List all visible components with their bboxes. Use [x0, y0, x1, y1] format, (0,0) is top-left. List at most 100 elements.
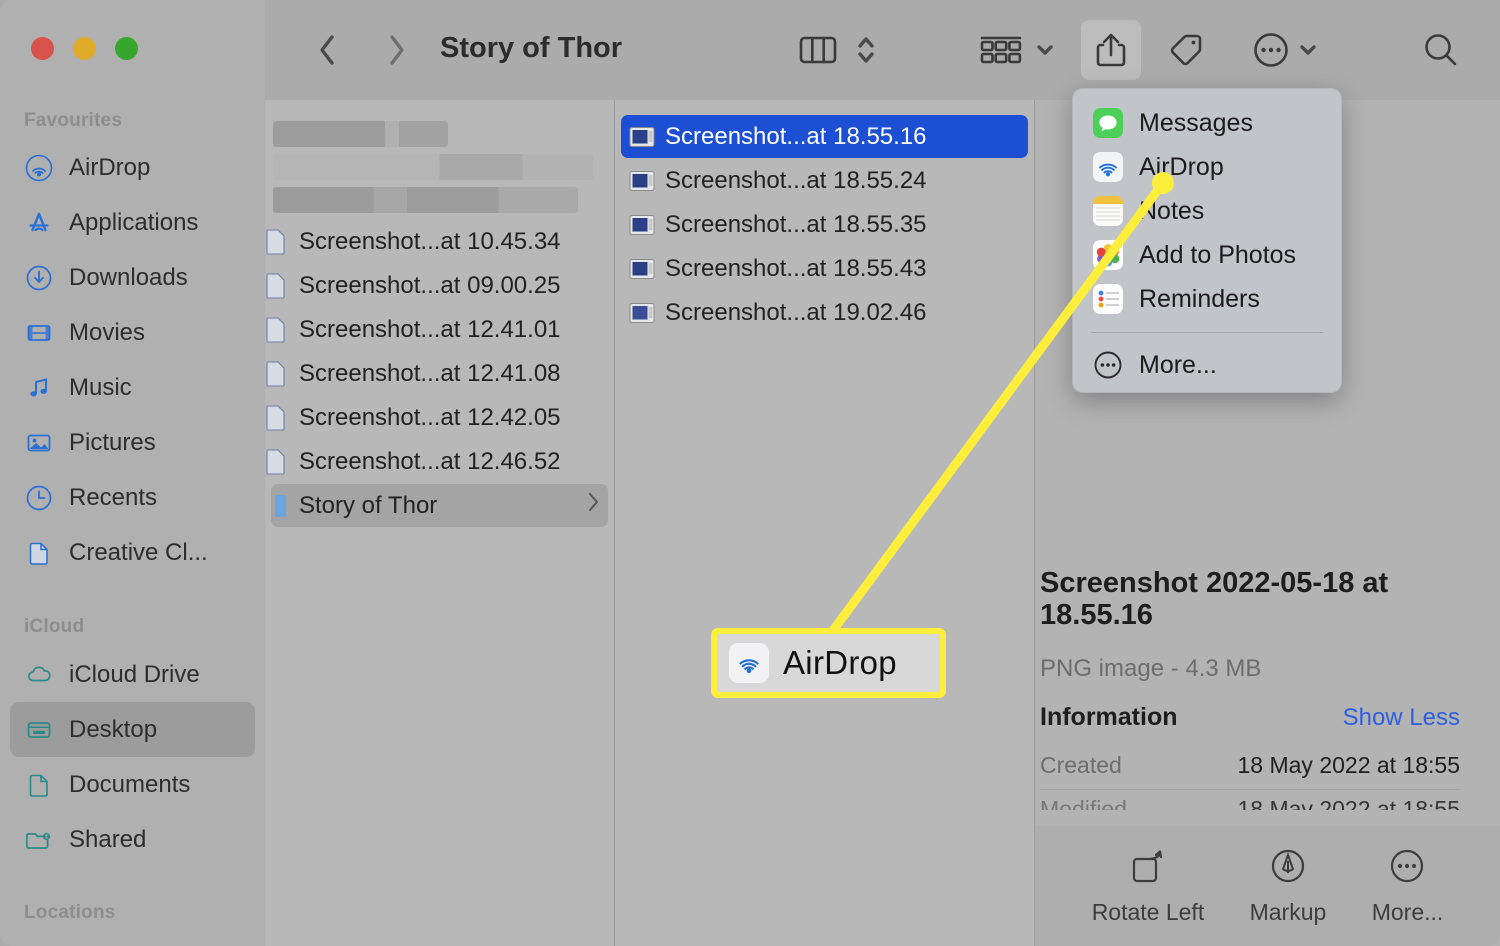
- list-item-label: Screenshot...at 18.55.35: [665, 210, 927, 238]
- sidebar-section-favourites: Favourites: [24, 110, 123, 131]
- sidebar-item-creative-cloud[interactable]: Creative Cl...: [10, 525, 255, 580]
- rotate-left-button[interactable]: Rotate Left: [1092, 847, 1204, 926]
- group-items-button[interactable]: [975, 26, 1027, 74]
- more-options-button[interactable]: [1245, 24, 1297, 76]
- info-field-modified: Modified 18 May 2022 at 18:55: [1040, 796, 1460, 810]
- forward-button[interactable]: [375, 28, 419, 72]
- column-one[interactable]: Screenshot...at 10.45.34 Screenshot...at…: [265, 100, 615, 946]
- airdrop-icon: [1093, 152, 1123, 182]
- recents-clock-icon: [24, 483, 54, 513]
- show-less-button[interactable]: Show Less: [1343, 704, 1460, 732]
- markup-pen-icon: [1269, 847, 1307, 890]
- screenshot-file-icon: [629, 170, 655, 192]
- markup-button[interactable]: Markup: [1249, 847, 1327, 926]
- share-menu-item-reminders[interactable]: Reminders: [1073, 277, 1341, 321]
- action-label: Markup: [1249, 898, 1327, 925]
- share-menu-item-notes[interactable]: Notes: [1073, 189, 1341, 233]
- shared-folder-icon: [24, 825, 54, 855]
- folder-icon: [263, 493, 289, 519]
- back-button[interactable]: [305, 28, 349, 72]
- ellipsis-circle-icon: [1093, 350, 1123, 380]
- movies-icon: [24, 318, 54, 348]
- information-header-row: Information Show Less: [1040, 703, 1460, 732]
- sidebar-item-recents[interactable]: Recents: [10, 470, 255, 525]
- finder-window: Favourites AirDrop Applications Download…: [0, 0, 1500, 946]
- music-icon: [24, 373, 54, 403]
- share-button[interactable]: [1081, 20, 1141, 80]
- column-view-button[interactable]: [793, 26, 843, 74]
- sidebar-item-label: Movies: [69, 318, 146, 346]
- list-item-label: Screenshot...at 18.55.24: [665, 166, 927, 194]
- list-item[interactable]: Screenshot...at 18.55.43: [621, 247, 1028, 290]
- share-menu-item-label: Messages: [1139, 108, 1253, 137]
- info-field-value: 18 May 2022 at 18:55: [1237, 796, 1461, 810]
- airdrop-callout: AirDrop: [711, 628, 946, 698]
- list-item[interactable]: Screenshot...at 09.00.25: [266, 264, 608, 307]
- close-button[interactable]: [31, 37, 54, 60]
- maximize-button[interactable]: [115, 37, 138, 60]
- sidebar-item-icloud-drive[interactable]: iCloud Drive: [10, 647, 255, 702]
- page-title: Story of Thor: [440, 32, 623, 64]
- preview-file-kind-size: PNG image - 4.3 MB: [1040, 655, 1262, 682]
- sidebar-item-downloads[interactable]: Downloads: [10, 250, 255, 305]
- sidebar-item-airdrop[interactable]: AirDrop: [10, 140, 255, 195]
- list-item-story-of-thor[interactable]: Story of Thor: [271, 484, 608, 527]
- sidebar-item-label: Creative Cl...: [69, 538, 208, 566]
- share-menu-divider: [1091, 332, 1323, 333]
- file-icon: [263, 448, 289, 475]
- sidebar-item-desktop[interactable]: Desktop: [10, 702, 255, 757]
- photos-icon: [1093, 240, 1123, 270]
- list-item[interactable]: Screenshot...at 12.42.05: [266, 396, 608, 439]
- column-two[interactable]: Screenshot...at 18.55.16 Screenshot...at…: [615, 100, 1035, 946]
- share-menu-item-label: Notes: [1139, 196, 1205, 225]
- sidebar-item-documents[interactable]: Documents: [10, 757, 255, 812]
- search-button[interactable]: [1413, 22, 1469, 78]
- list-item-selected[interactable]: Screenshot...at 18.55.16: [621, 115, 1028, 158]
- more-options-caret-icon[interactable]: [1293, 30, 1323, 70]
- preview-action-bar: Rotate Left Markup More...: [1035, 826, 1500, 946]
- screenshot-file-icon: [629, 302, 655, 324]
- file-icon: [263, 404, 289, 431]
- list-item[interactable]: Screenshot...at 18.55.35: [621, 203, 1028, 246]
- view-stepper-button[interactable]: [849, 26, 883, 74]
- action-label: More...: [1371, 898, 1444, 925]
- sidebar-section-icloud: iCloud: [24, 616, 85, 637]
- list-item-label: Screenshot...at 12.46.52: [299, 447, 561, 475]
- sidebar-item-movies[interactable]: Movies: [10, 305, 255, 360]
- sidebar-item-label: Pictures: [69, 428, 156, 456]
- sidebar-item-label: Desktop: [69, 715, 158, 743]
- sidebar-section-locations: Locations: [24, 902, 116, 923]
- list-item[interactable]: Screenshot...at 12.41.01: [266, 308, 608, 351]
- sidebar-item-pictures[interactable]: Pictures: [10, 415, 255, 470]
- pictures-icon: [24, 428, 54, 458]
- list-item-label: Screenshot...at 09.00.25: [299, 271, 561, 299]
- share-menu-item-airdrop[interactable]: AirDrop: [1073, 145, 1341, 189]
- sidebar-item-applications[interactable]: Applications: [10, 195, 255, 250]
- more-button[interactable]: More...: [1371, 847, 1444, 926]
- downloads-icon: [24, 263, 54, 293]
- list-item[interactable]: Screenshot...at 12.41.08: [266, 352, 608, 395]
- sidebar-item-label: AirDrop: [69, 153, 151, 181]
- sidebar-item-label: Documents: [69, 770, 191, 798]
- information-header: Information: [1040, 703, 1178, 731]
- list-item[interactable]: Screenshot...at 18.55.24: [621, 159, 1028, 202]
- sidebar-item-label: iCloud Drive: [69, 660, 200, 688]
- minimize-button[interactable]: [73, 37, 96, 60]
- file-icon: [263, 228, 289, 255]
- traffic-lights: [31, 37, 138, 60]
- share-menu-item-more[interactable]: More...: [1073, 343, 1341, 387]
- share-menu-item-messages[interactable]: Messages: [1073, 101, 1341, 145]
- list-item[interactable]: Screenshot...at 10.45.34: [266, 220, 608, 263]
- list-item-label: Screenshot...at 10.45.34: [299, 227, 561, 255]
- redacted-row: [273, 154, 593, 180]
- share-menu-item-add-to-photos[interactable]: Add to Photos: [1073, 233, 1341, 277]
- info-field-key: Modified: [1040, 796, 1127, 810]
- sidebar-item-music[interactable]: Music: [10, 360, 255, 415]
- list-item[interactable]: Screenshot...at 12.46.52: [266, 440, 608, 483]
- share-menu-item-label: Reminders: [1139, 284, 1260, 313]
- sidebar-item-shared[interactable]: Shared: [10, 812, 255, 867]
- tag-button[interactable]: [1160, 24, 1212, 76]
- screenshot-file-icon: [629, 126, 655, 148]
- list-item[interactable]: Screenshot...at 19.02.46: [621, 291, 1028, 334]
- group-items-caret-icon[interactable]: [1030, 30, 1060, 70]
